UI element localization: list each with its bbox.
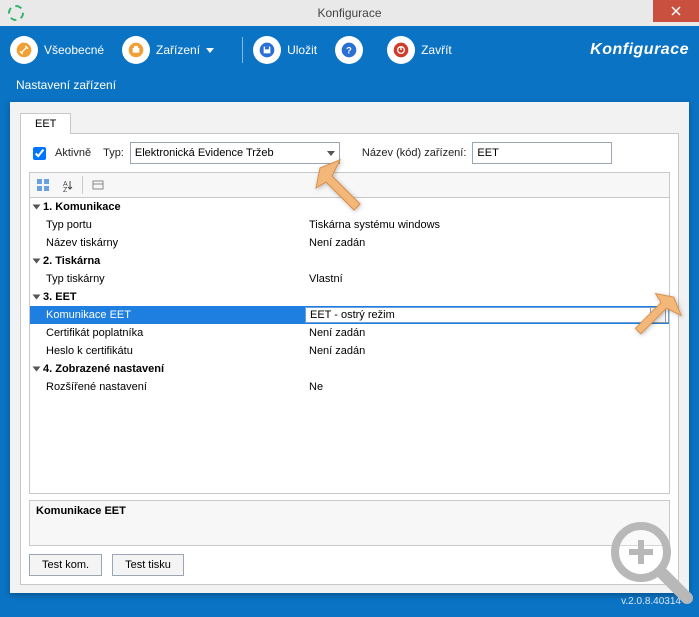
grid-toolbar: AZ [29, 172, 670, 198]
properties-icon[interactable] [87, 175, 109, 195]
svg-text:Z: Z [63, 187, 68, 192]
grid-row[interactable]: Heslo k certifikátuNení zadán [30, 342, 669, 360]
grid-row[interactable]: Certifikát poplatníkaNení zadán [30, 324, 669, 342]
page-subtitle: Nastavení zařízení [0, 74, 699, 102]
active-label: Aktivně [55, 147, 91, 159]
separator [82, 176, 83, 194]
test-print-button[interactable]: Test tisku [112, 554, 184, 576]
app-icon [8, 5, 24, 21]
grid-group-header[interactable]: 4. Zobrazené nastavení [30, 360, 669, 378]
grid-row[interactable]: Rozšířené nastaveníNe [30, 378, 669, 396]
device-name-input[interactable] [472, 142, 612, 164]
config-panel: EET Aktivně Typ: Elektronická Evidence T… [10, 102, 689, 593]
description-box: Komunikace EET [29, 500, 670, 546]
categorize-icon[interactable] [32, 175, 54, 195]
test-com-button[interactable]: Test kom. [29, 554, 102, 576]
device-button[interactable]: Zařízení [122, 36, 214, 64]
description-text: Komunikace EET [36, 505, 126, 517]
version-label: v.2.0.8.40314 [10, 593, 689, 607]
close-label: Zavřít [421, 43, 452, 57]
window-title: Konfigurace [317, 6, 381, 20]
tab-eet[interactable]: EET [20, 113, 71, 134]
grid-group-header[interactable]: 1. Komunikace [30, 198, 669, 216]
grid-row[interactable]: Název tiskárnyNení zadán [30, 234, 669, 252]
form-row: Aktivně Typ: Elektronická Evidence Tržeb… [29, 142, 670, 164]
chevron-down-icon [327, 151, 335, 156]
app-brand: Konfigurace [590, 41, 689, 59]
save-button[interactable]: Uložit [253, 36, 317, 64]
sort-icon[interactable]: AZ [56, 175, 78, 195]
svg-text:?: ? [346, 45, 352, 55]
property-grid[interactable]: 1. KomunikaceTyp portuTiskárna systému w… [29, 198, 670, 494]
close-button[interactable]: Zavřít [387, 36, 452, 64]
type-select[interactable]: Elektronická Evidence Tržeb [130, 142, 340, 164]
grid-row[interactable]: Komunikace EETEET - ostrý režim [30, 306, 669, 324]
separator [242, 37, 243, 63]
close-window-button[interactable] [653, 0, 699, 22]
general-label: Všeobecné [44, 43, 104, 57]
grid-row[interactable]: Typ tiskárnyVlastní [30, 270, 669, 288]
chevron-down-icon [206, 48, 214, 53]
chevron-down-icon[interactable] [650, 307, 666, 323]
grid-group-header[interactable]: 2. Tiskárna [30, 252, 669, 270]
active-checkbox[interactable] [33, 147, 46, 160]
help-button[interactable]: ? [335, 36, 369, 64]
grid-row[interactable]: Typ portuTiskárna systému windows [30, 216, 669, 234]
save-label: Uložit [287, 43, 317, 57]
main-toolbar: Všeobecné Zařízení Uložit ? Zavřít Konfi… [0, 26, 699, 74]
type-label: Typ: [103, 147, 124, 159]
name-label: Název (kód) zařízení: [362, 147, 467, 159]
device-label: Zařízení [156, 43, 200, 57]
general-button[interactable]: Všeobecné [10, 36, 104, 64]
titlebar: Konfigurace [0, 0, 699, 26]
type-value: Elektronická Evidence Tržeb [135, 147, 274, 159]
grid-group-header[interactable]: 3. EET [30, 288, 669, 306]
